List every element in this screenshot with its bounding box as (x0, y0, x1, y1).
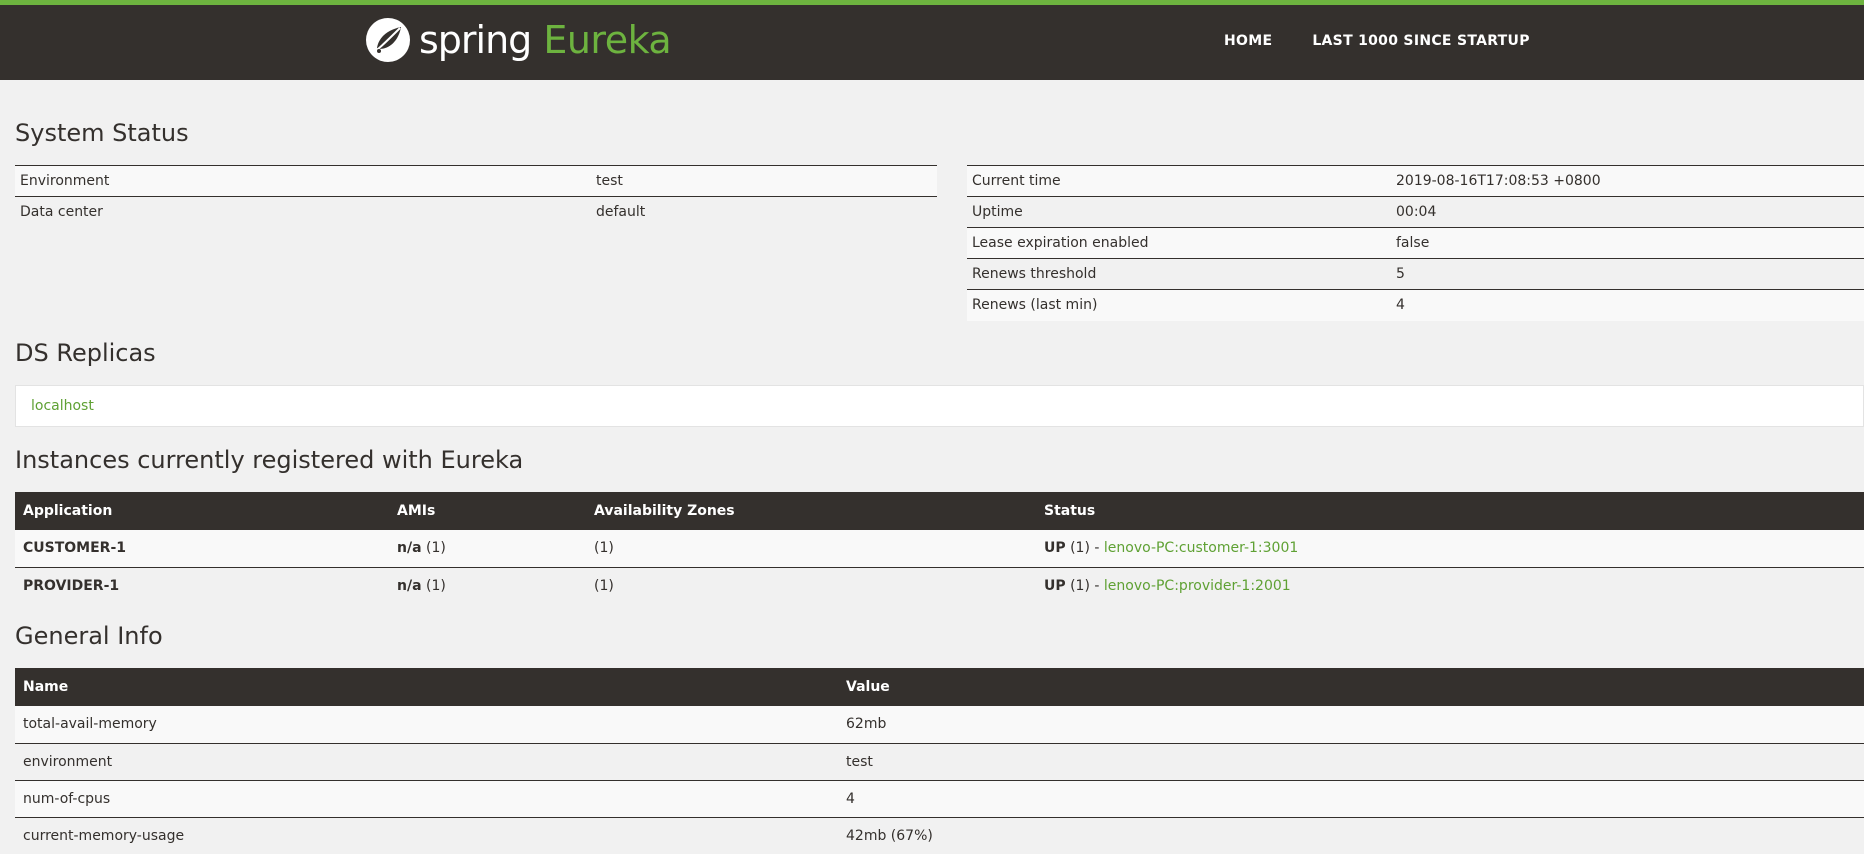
status-value: test (591, 165, 937, 197)
nav-home-link[interactable]: HOME (1224, 33, 1272, 49)
status-key: Data center (15, 196, 591, 228)
info-name: total-avail-memory (15, 706, 838, 744)
table-row: total-avail-memory 62mb (15, 706, 1864, 744)
zones-value: (1) (586, 530, 1036, 568)
status-row: Renews (last min) 4 (967, 289, 1864, 321)
table-header-row: Application AMIs Availability Zones Stat… (15, 492, 1864, 530)
info-value: 42mb (67%) (838, 817, 1864, 854)
table-row: CUSTOMER-1 n/a (1) (1) UP (1) - lenovo-P… (15, 530, 1864, 568)
instance-link[interactable]: lenovo-PC:customer-1:3001 (1104, 540, 1298, 556)
status-value: default (591, 196, 937, 228)
status-row: Data center default (15, 196, 937, 228)
status-value: 00:04 (1391, 196, 1864, 228)
ds-replicas-title: DS Replicas (15, 339, 156, 367)
status-up: UP (1044, 577, 1066, 594)
amis-count: (1) (425, 577, 446, 594)
status-value: 4 (1391, 289, 1864, 321)
nav-last-1000-link[interactable]: LAST 1000 SINCE STARTUP (1312, 33, 1529, 49)
spring-leaf-icon (366, 18, 410, 62)
brand-logo[interactable]: spring Eureka (365, 15, 672, 65)
status-value: false (1391, 227, 1864, 259)
table-row: num-of-cpus 4 (15, 780, 1864, 818)
top-navbar: spring Eureka HOME LAST 1000 SINCE START… (0, 0, 1864, 80)
system-status-right-table: Current time 2019-08-16T17:08:53 +0800 U… (967, 165, 1864, 321)
brand-eureka-text: Eureka (543, 18, 672, 62)
status-row: Lease expiration enabled false (967, 227, 1864, 259)
replica-link[interactable]: localhost (31, 398, 94, 414)
amis-value: n/a (397, 577, 422, 594)
zones-value: (1) (586, 567, 1036, 604)
status-key: Lease expiration enabled (967, 227, 1391, 259)
info-name: num-of-cpus (15, 780, 838, 818)
status-row: Environment test (15, 165, 937, 197)
status-key: Environment (15, 165, 591, 197)
status-up: UP (1044, 540, 1066, 557)
status-value: 5 (1391, 258, 1864, 290)
info-value: 4 (838, 780, 1864, 818)
amis-value: n/a (397, 540, 422, 557)
nav-links: HOME LAST 1000 SINCE STARTUP (1224, 33, 1530, 49)
status-count: (1) - (1070, 540, 1100, 557)
table-row: environment test (15, 743, 1864, 781)
info-name: current-memory-usage (15, 817, 838, 854)
column-header: Status (1036, 492, 1864, 530)
status-row: Uptime 00:04 (967, 196, 1864, 228)
info-value: test (838, 743, 1864, 781)
table-header-row: Name Value (15, 668, 1864, 706)
system-status-left-table: Environment test Data center default (15, 165, 937, 228)
table-row: PROVIDER-1 n/a (1) (1) UP (1) - lenovo-P… (15, 567, 1864, 604)
brand-spring-text: spring (419, 18, 532, 62)
status-key: Renews (last min) (967, 289, 1391, 321)
ds-replicas-panel: localhost (15, 385, 1864, 427)
status-key: Uptime (967, 196, 1391, 228)
column-header: Application (15, 492, 389, 530)
status-key: Current time (967, 165, 1391, 197)
column-header: Value (838, 668, 1864, 706)
column-header: Availability Zones (586, 492, 1036, 530)
status-count: (1) - (1070, 577, 1100, 594)
status-value: 2019-08-16T17:08:53 +0800 (1391, 165, 1864, 197)
table-row: current-memory-usage 42mb (67%) (15, 817, 1864, 854)
system-status-title: System Status (15, 119, 189, 147)
info-name: environment (15, 743, 838, 781)
instances-table: Application AMIs Availability Zones Stat… (15, 492, 1864, 604)
status-row: Current time 2019-08-16T17:08:53 +0800 (967, 165, 1864, 197)
instances-title: Instances currently registered with Eure… (15, 446, 524, 474)
application-name: PROVIDER-1 (23, 577, 120, 594)
info-value: 62mb (838, 706, 1864, 744)
general-info-table: Name Value total-avail-memory 62mb envir… (15, 668, 1864, 854)
general-info-title: General Info (15, 622, 163, 650)
application-name: CUSTOMER-1 (23, 540, 127, 557)
status-row: Renews threshold 5 (967, 258, 1864, 290)
column-header: AMIs (389, 492, 586, 530)
status-key: Renews threshold (967, 258, 1391, 290)
amis-count: (1) (425, 540, 446, 557)
column-header: Name (15, 668, 838, 706)
instance-link[interactable]: lenovo-PC:provider-1:2001 (1104, 578, 1291, 594)
